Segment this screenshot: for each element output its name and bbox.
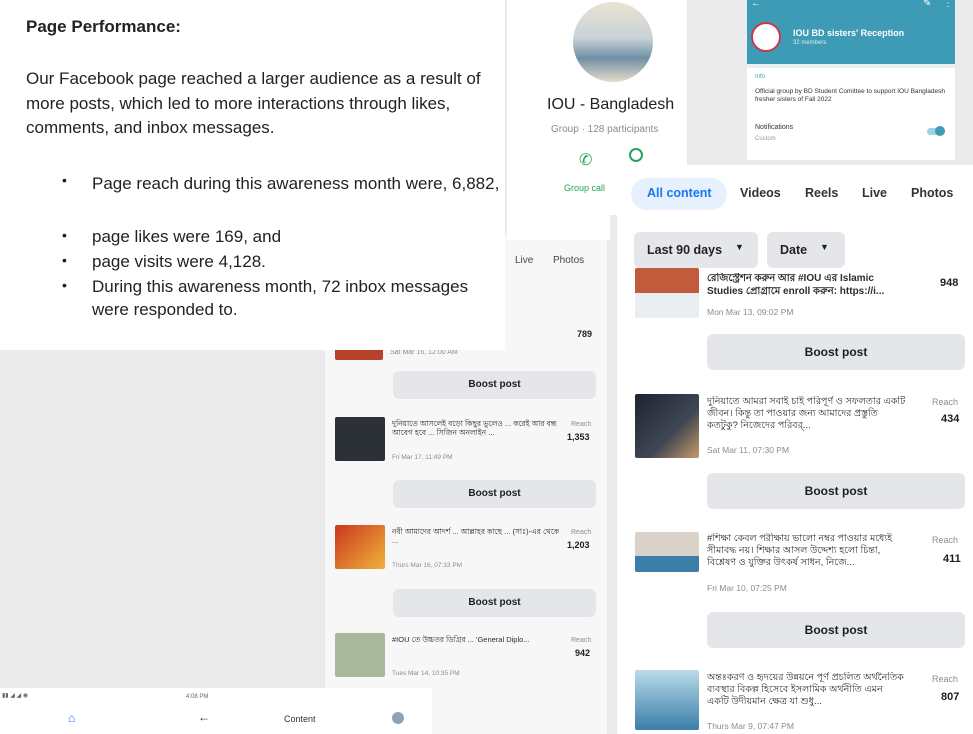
post-date: Sat Mar 11, 07:30 PM xyxy=(707,445,790,455)
post-thumbnail[interactable] xyxy=(635,670,699,730)
telegram-group-panel: ← ✎ ⋮ IOU BD sisters' Reception 32 membe… xyxy=(747,0,955,160)
post-date: Tues Mar 14, 10:35 PM xyxy=(392,670,460,677)
notifications-toggle-knob xyxy=(935,126,945,136)
post-thumbnail[interactable] xyxy=(335,525,385,569)
post-reach-value: 807 xyxy=(941,691,960,703)
chevron-down-icon: ▼ xyxy=(735,242,744,252)
post-reach-label: Reach xyxy=(571,529,592,536)
post-date: Thurs Mar 9, 07:47 PM xyxy=(707,721,794,731)
left-feed-tab-live[interactable]: Live xyxy=(515,255,533,266)
post-text: #IOU তে উচ্চতর ডিগ্রির ... 'General Dipl… xyxy=(392,635,530,644)
post-reach-value: 789 xyxy=(577,329,593,339)
right-feed-panel: All content Videos Reels Live Photos Las… xyxy=(617,165,973,734)
post-reach-value: 1,203 xyxy=(567,540,590,550)
chevron-down-icon: ▼ xyxy=(820,242,829,252)
back-arrow-icon[interactable]: ← xyxy=(751,0,761,9)
post-reach-value: 434 xyxy=(941,413,960,425)
notifications-label: Notifications xyxy=(755,124,794,131)
tab-live[interactable]: Live xyxy=(862,186,887,200)
edit-icon[interactable]: ✎ xyxy=(923,0,931,9)
report-heading: Page Performance: xyxy=(26,17,181,36)
status-time: 4:08 PM xyxy=(186,694,209,700)
post-reach-value: 948 xyxy=(940,277,959,289)
more-menu-icon[interactable]: ⋮ xyxy=(943,0,953,9)
post-reach-label: Reach xyxy=(571,637,592,644)
boost-post-button[interactable]: Boost post xyxy=(393,480,596,508)
info-label: Info xyxy=(755,74,766,80)
bullet-item: Page reach during this awareness month w… xyxy=(92,174,500,193)
group-call-icon[interactable]: ✆ xyxy=(579,150,592,170)
strip-title: Content xyxy=(284,714,316,724)
post-reach-value: 942 xyxy=(575,648,591,658)
boost-post-button[interactable]: Boost post xyxy=(393,589,596,617)
post-date: Thurs Mar 16, 07:33 PM xyxy=(392,562,463,569)
post-text: অন্তঃকরণ ও হৃদয়ের উন্নয়নে পূর্ণ প্রচলি… xyxy=(707,672,904,707)
tab-all-content-label: All content xyxy=(647,186,712,200)
report-paragraph: Our Facebook page reached a larger audie… xyxy=(26,69,481,137)
post-text: দুনিয়াতে আসলেই বড়ো কিছুর ভুলেও ... করে… xyxy=(392,419,557,438)
boost-post-button[interactable]: Boost post xyxy=(707,612,965,648)
post-reach-value: 411 xyxy=(943,553,961,565)
post-reach-label: Reach xyxy=(932,674,959,684)
post-text: রেজিস্ট্রেশন করুন আর #IOU এর Islamic Stu… xyxy=(707,273,885,297)
home-icon[interactable]: ⌂ xyxy=(68,712,80,724)
boost-post-button[interactable]: Boost post xyxy=(707,334,965,370)
tab-reels[interactable]: Reels xyxy=(805,186,838,200)
boost-post-button[interactable]: Boost post xyxy=(393,371,596,399)
post-thumbnail[interactable] xyxy=(635,268,699,318)
telegram-group-avatar[interactable] xyxy=(751,22,781,52)
back-arrow-icon[interactable]: ← xyxy=(198,710,210,724)
filter-date-range-label: Last 90 days xyxy=(647,243,723,257)
info-section xyxy=(747,68,955,160)
post-thumbnail[interactable] xyxy=(635,532,699,572)
group-name: IOU - Bangladesh xyxy=(547,96,675,113)
post-thumbnail[interactable] xyxy=(335,633,385,677)
group-call-label[interactable]: Group call xyxy=(564,183,605,193)
profile-icon[interactable] xyxy=(392,712,404,724)
post-thumbnail[interactable] xyxy=(335,417,385,461)
post-reach-label: Reach xyxy=(932,535,959,545)
bullet-item: page likes were 169, and xyxy=(92,227,282,246)
group-subtitle: Group · 128 participants xyxy=(551,124,659,135)
filter-sort-label: Date xyxy=(780,243,808,257)
bullet-item: During this awareness month, 72 inbox me… xyxy=(92,277,469,319)
post-date: Fri Mar 17, 11:49 PM xyxy=(392,454,453,461)
post-date: Mon Mar 13, 09:02 PM xyxy=(707,307,794,317)
boost-post-button[interactable]: Boost post xyxy=(707,473,965,509)
tab-videos[interactable]: Videos xyxy=(740,186,781,200)
info-text: Official group by BD Student Comittee to… xyxy=(755,88,945,104)
post-thumbnail[interactable] xyxy=(635,394,699,458)
notifications-state: Custom xyxy=(755,136,776,142)
search-icon[interactable] xyxy=(629,148,643,162)
post-date: Fri Mar 10, 07:25 PM xyxy=(707,583,787,593)
post-reach-label: Reach xyxy=(932,397,959,407)
post-reach-value: 1,353 xyxy=(567,432,590,442)
telegram-group-members: 32 members xyxy=(793,40,827,46)
post-text: দুনিয়াতে আমরা সবাই চাই পরিপূর্ণ ও সফলতা… xyxy=(707,396,906,431)
post-text: নবী আমাদের আদর্শ ... আল্লাহর কাছে ... (স… xyxy=(392,527,560,546)
post-date: Sat Mar 16, 12:00 AM xyxy=(390,349,458,356)
report-document: Page Performance: Our Facebook page reac… xyxy=(0,0,505,350)
post-reach-label: Reach xyxy=(571,421,592,428)
bottom-phone-strip: ▮▮ ◢ ◢ ◉ 4:08 PM ⌂ ← Content xyxy=(0,688,432,734)
telegram-group-name: IOU BD sisters' Reception xyxy=(793,28,905,38)
group-avatar[interactable] xyxy=(573,2,653,82)
left-feed-tab-photos[interactable]: Photos xyxy=(553,255,584,266)
status-bar-icons: ▮▮ ◢ ◢ ◉ xyxy=(2,693,29,699)
tab-photos[interactable]: Photos xyxy=(911,186,953,200)
post-text: #শিক্ষা কেবল পরীক্ষায় ভালো নম্বর পাওয়া… xyxy=(707,533,893,568)
bullet-item: page visits were 4,128. xyxy=(92,252,266,271)
